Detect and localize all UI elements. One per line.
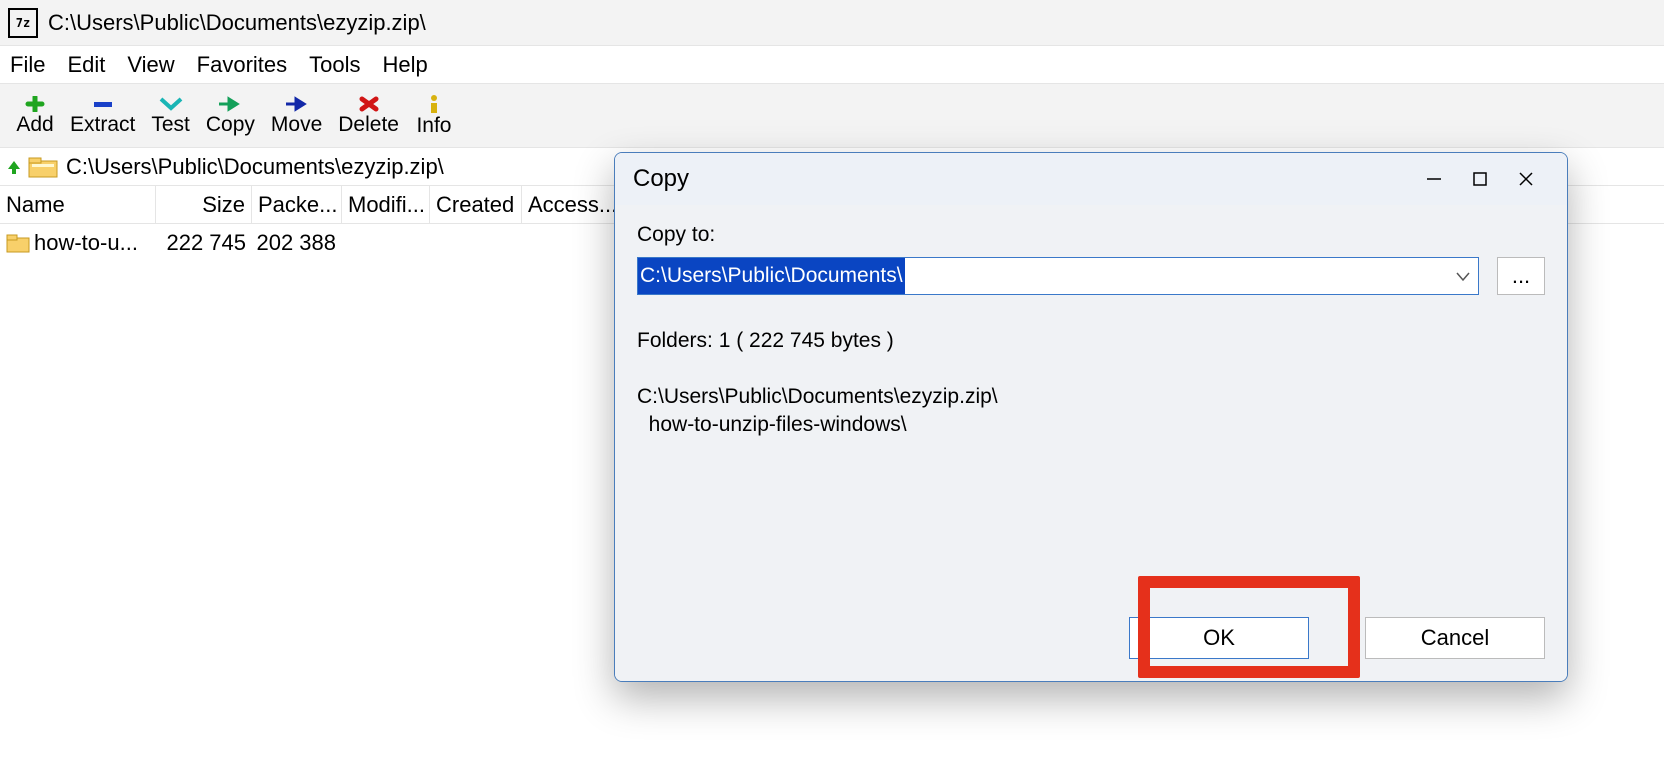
info-icon (428, 95, 440, 113)
col-accessed[interactable]: Access... (522, 186, 618, 223)
menu-file[interactable]: File (10, 52, 45, 78)
extract-button[interactable]: Extract (62, 94, 143, 137)
up-one-level-icon[interactable] (4, 157, 28, 177)
col-packed[interactable]: Packe... (252, 186, 342, 223)
menubar: File Edit View Favorites Tools Help (0, 46, 1664, 84)
arrow-right-green-icon (217, 96, 243, 112)
col-name[interactable]: Name (0, 186, 156, 223)
dialog-title: Copy (633, 165, 689, 193)
destination-path-text: C:\Users\Public\Documents\ (638, 258, 905, 294)
minimize-icon[interactable] (1411, 164, 1457, 194)
move-button[interactable]: Move (263, 94, 330, 137)
menu-favorites[interactable]: Favorites (197, 52, 287, 78)
copy-dialog: Copy Copy to: C:\Users\Public\Documents\… (614, 152, 1568, 682)
minus-icon (92, 96, 114, 112)
cell-name-text: how-to-u... (34, 230, 138, 256)
cell-size: 222 745 (156, 230, 252, 256)
destination-path-input[interactable]: C:\Users\Public\Documents\ (637, 257, 1479, 295)
arrow-right-blue-icon (284, 96, 310, 112)
chevron-down-icon[interactable] (1456, 264, 1470, 288)
address-path[interactable]: C:\Users\Public\Documents\ezyzip.zip\ (66, 154, 444, 180)
window-title: C:\Users\Public\Documents\ezyzip.zip\ (48, 10, 426, 36)
source-path-line2: how-to-unzip-files-windows\ (637, 411, 1545, 439)
folder-icon (6, 233, 30, 253)
ok-button[interactable]: OK (1129, 617, 1309, 659)
copy-button[interactable]: Copy (198, 94, 263, 137)
toolbar: Add Extract Test Copy Move Delete Info (0, 84, 1664, 148)
folders-info: Folders: 1 ( 222 745 bytes ) (637, 329, 1545, 353)
source-path-line1: C:\Users\Public\Documents\ezyzip.zip\ (637, 383, 1545, 411)
dialog-body: Copy to: C:\Users\Public\Documents\ ... … (615, 205, 1567, 681)
7z-logo-icon: 7z (8, 8, 38, 38)
plus-icon (25, 96, 45, 112)
col-modified[interactable]: Modifi... (342, 186, 430, 223)
col-size[interactable]: Size (156, 186, 252, 223)
menu-tools[interactable]: Tools (309, 52, 360, 78)
folder-icon (28, 156, 58, 178)
cell-packed: 202 388 (252, 230, 342, 256)
x-icon (359, 96, 379, 112)
cell-name: how-to-u... (0, 230, 156, 256)
dialog-titlebar: Copy (615, 153, 1567, 205)
cancel-button[interactable]: Cancel (1365, 617, 1545, 659)
maximize-icon[interactable] (1457, 164, 1503, 194)
menu-edit[interactable]: Edit (67, 52, 105, 78)
check-icon (159, 96, 183, 112)
browse-button[interactable]: ... (1497, 257, 1545, 295)
titlebar: 7z C:\Users\Public\Documents\ezyzip.zip\ (0, 0, 1664, 46)
col-created[interactable]: Created (430, 186, 522, 223)
menu-view[interactable]: View (127, 52, 174, 78)
delete-button[interactable]: Delete (330, 94, 407, 137)
test-button[interactable]: Test (143, 94, 198, 137)
copy-to-label: Copy to: (637, 223, 1545, 247)
close-icon[interactable] (1503, 164, 1549, 194)
menu-help[interactable]: Help (383, 52, 428, 78)
add-button[interactable]: Add (8, 94, 62, 137)
info-button[interactable]: Info (407, 93, 461, 138)
